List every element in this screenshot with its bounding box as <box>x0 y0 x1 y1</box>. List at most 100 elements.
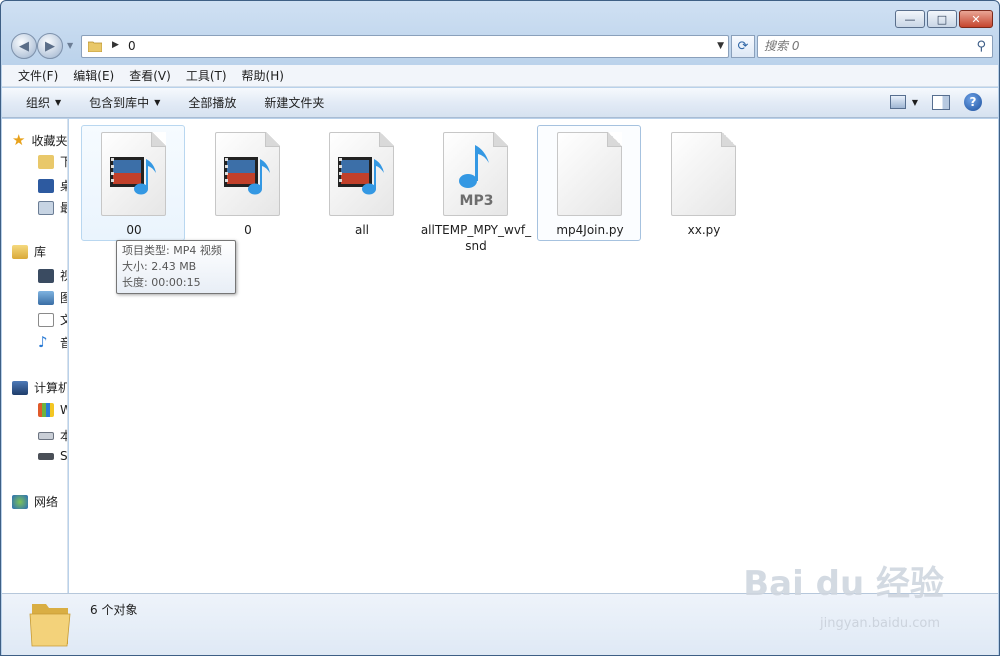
recent-places-icon <box>38 200 54 215</box>
library-icon <box>12 244 28 259</box>
forward-arrow-icon: ▶ <box>45 38 55 54</box>
menu-view[interactable]: 查看(V) <box>129 67 171 84</box>
chevron-down-icon[interactable]: ▼ <box>717 41 724 51</box>
nav-favorites[interactable]: ★ 收藏夹 <box>12 131 67 149</box>
nav-network-label: 网络 <box>34 495 59 509</box>
file-name: mp4Join.py <box>556 223 624 237</box>
search-icon[interactable]: ⚲ <box>976 39 986 54</box>
details-pane: 6 个对象 Bai du 经验 jingyan.baidu.com <box>2 564 998 655</box>
file-item[interactable]: xx.py <box>651 125 755 241</box>
refresh-icon: ⟳ <box>737 39 749 54</box>
address-bar[interactable]: ▶ 0 ▼ <box>81 35 729 58</box>
nav-videos[interactable]: 视频 <box>38 267 67 284</box>
folder-icon <box>88 41 102 52</box>
search-input[interactable] <box>764 39 964 53</box>
nav-drive-c[interactable]: W <box>38 403 67 417</box>
toolbar-right: ▼ ? <box>889 93 982 111</box>
nav-drive-e[interactable]: S <box>38 449 68 463</box>
organize-label: 组织 <box>26 96 51 110</box>
document-library-icon <box>38 312 54 327</box>
view-icon <box>889 95 906 109</box>
caption-buttons: — □ ✕ <box>895 10 993 28</box>
file-thumbnail <box>215 132 280 216</box>
breadcrumb[interactable]: 0 <box>128 39 136 53</box>
change-view-button[interactable]: ▼ <box>889 95 918 109</box>
nav-recent-label: 最近访问的位置 <box>60 199 67 216</box>
maximize-button[interactable]: □ <box>927 10 957 28</box>
refresh-button[interactable]: ⟳ <box>731 35 755 58</box>
video-library-icon <box>38 268 54 283</box>
menu-file[interactable]: 文件(F) <box>18 67 58 84</box>
nav-recent[interactable]: 最近访问的位置 <box>38 199 67 216</box>
include-in-library-label: 包含到库中 <box>89 96 150 110</box>
desktop-icon <box>38 178 54 193</box>
file-name: 00 <box>126 223 142 237</box>
nav-drive-c-label: W <box>60 403 67 417</box>
nav-desktop-label: 桌面 <box>60 177 67 194</box>
nav-drive-d-label: 本 <box>60 427 67 444</box>
tooltip-size: 大小: 2.43 MB <box>122 260 197 273</box>
history-chevron-icon[interactable]: ▼ <box>67 41 73 50</box>
search-box[interactable]: ⚲ <box>757 35 993 58</box>
picture-library-icon <box>38 290 54 305</box>
nav-documents[interactable]: 文档 <box>38 311 67 328</box>
chevron-down-icon: ▼ <box>55 98 62 107</box>
star-icon: ★ <box>12 131 26 149</box>
nav-computer[interactable]: 计算机 <box>12 379 67 396</box>
organize-button[interactable]: 组织 ▼ <box>26 94 61 111</box>
file-item[interactable]: mp4Join.py <box>537 125 641 241</box>
file-item[interactable]: MP3 allTEMP_MPY_wvf_snd <box>421 125 531 253</box>
file-name: 0 <box>244 223 252 237</box>
include-in-library-button[interactable]: 包含到库中 ▼ <box>89 94 160 111</box>
breadcrumb-separator-icon[interactable]: ▶ <box>112 40 119 50</box>
nav-pictures-label: 图片 <box>60 289 67 306</box>
network-icon <box>12 494 28 509</box>
file-item[interactable]: 0 <box>195 125 299 241</box>
watermark: Bai du 经验 <box>743 564 944 604</box>
new-folder-button[interactable]: 新建文件夹 <box>264 94 324 111</box>
forward-button[interactable]: ▶ <box>37 33 63 59</box>
tooltip-length: 长度: 00:00:15 <box>122 276 201 289</box>
file-item[interactable]: 00 <box>81 125 185 241</box>
nav-music-label: 音乐 <box>60 334 67 351</box>
preview-pane-icon[interactable] <box>932 94 950 110</box>
file-thumbnail: MP3 <box>443 132 508 216</box>
navigation-pane: ★ 收藏夹 下载 桌面 最近访问的位置 库 视频 图片 文档 <box>2 119 68 593</box>
nav-drive-d[interactable]: 本 <box>38 427 67 444</box>
nav-desktop[interactable]: 桌面 <box>38 177 67 194</box>
menu-help[interactable]: 帮助(H) <box>242 67 284 84</box>
nav-downloads-label: 下载 <box>60 153 67 170</box>
file-name: all <box>354 223 370 237</box>
nav-music[interactable]: ♪ 音乐 <box>38 333 67 351</box>
menu-edit[interactable]: 编辑(E) <box>73 67 114 84</box>
menu-bar: 文件(F) 编辑(E) 查看(V) 工具(T) 帮助(H) <box>2 65 998 87</box>
file-info-tooltip: 项目类型: MP4 视频 大小: 2.43 MB 长度: 00:00:15 <box>116 240 236 294</box>
music-note-icon: ♪ <box>38 333 48 351</box>
nav-network[interactable]: 网络 <box>12 493 58 510</box>
help-icon[interactable]: ? <box>964 93 982 111</box>
back-arrow-icon: ◀ <box>19 38 29 54</box>
menu-tools[interactable]: 工具(T) <box>186 67 227 84</box>
tooltip-item-type: 项目类型: MP4 视频 <box>122 244 222 257</box>
play-all-button[interactable]: 全部播放 <box>188 94 236 111</box>
nav-libraries[interactable]: 库 <box>12 243 46 260</box>
nav-downloads[interactable]: 下载 <box>38 153 67 170</box>
video-file-icon <box>110 157 156 195</box>
removable-drive-icon <box>38 452 54 460</box>
watermark-url: jingyan.baidu.com <box>820 616 940 631</box>
hard-drive-icon <box>38 431 54 440</box>
minimize-button[interactable]: — <box>895 10 925 28</box>
file-list: 00 0 all MP3 allTEMP_MPY_wvf_snd mp4Join… <box>69 119 998 593</box>
file-name: allTEMP_MPY_wvf_snd <box>420 223 532 253</box>
file-thumbnail <box>101 132 166 216</box>
chevron-down-icon: ▼ <box>154 98 161 107</box>
file-item[interactable]: all <box>309 125 413 241</box>
chevron-down-icon: ▼ <box>911 97 918 107</box>
nav-pictures[interactable]: 图片 <box>38 289 67 306</box>
back-button[interactable]: ◀ <box>11 33 37 59</box>
mp3-file-icon <box>459 145 489 188</box>
nav-drive-e-label: S <box>60 449 68 463</box>
explorer-window: — □ ✕ ◀ ▶ ▼ ▶ 0 ▼ ⟳ ⚲ 文件(F) 编辑(E) 查看(V) … <box>0 0 1000 656</box>
close-button[interactable]: ✕ <box>959 10 993 28</box>
address-row: ◀ ▶ ▼ ▶ 0 ▼ ⟳ ⚲ <box>9 33 993 59</box>
